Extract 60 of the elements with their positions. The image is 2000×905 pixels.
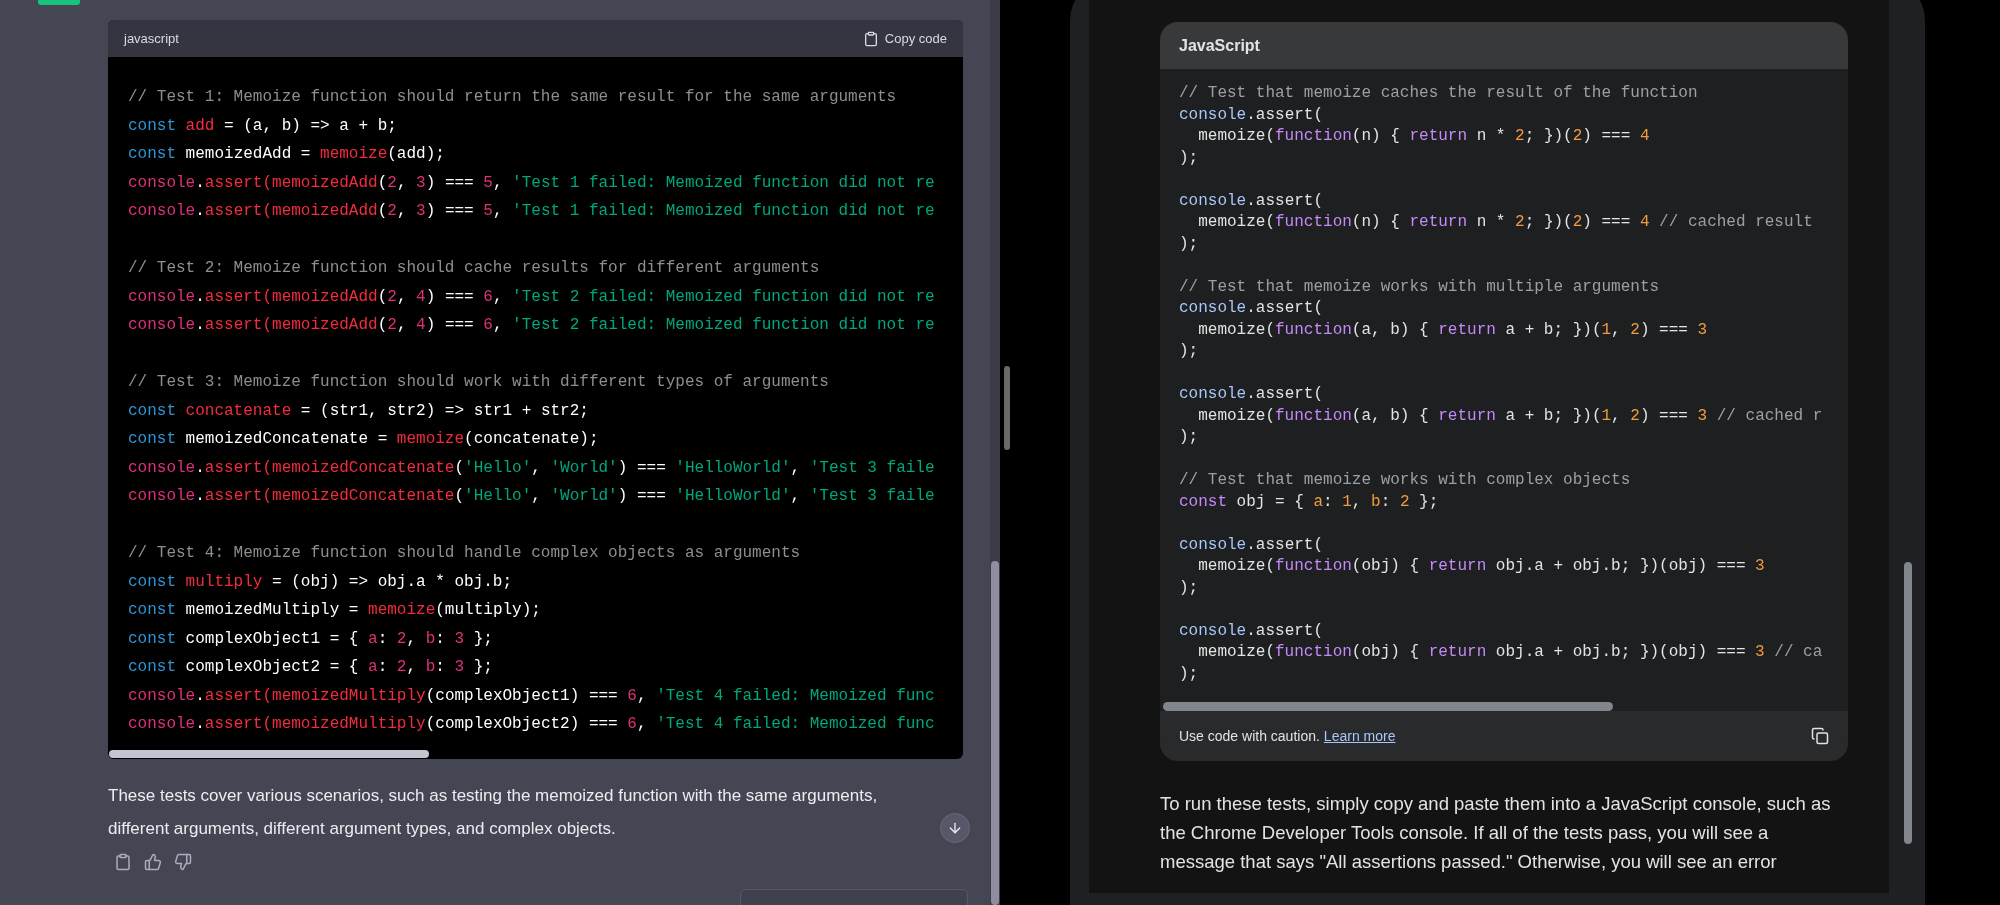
code-line: console.assert( xyxy=(1179,384,1324,405)
code-line: console.assert(memoizedAdd(2, 4) === 6, 'Test 2 failed: Memoized function did not re xyxy=(128,315,935,336)
code-line: // Test that memoize works with multiple arguments xyxy=(1179,276,1660,298)
arrow-down-icon xyxy=(947,820,963,836)
code-line: memoize(function(n) { return n * 2; })(2) === 4 // cached result xyxy=(1197,212,1813,233)
code-line: const memoizedMultiply = memoize(multiply); xyxy=(128,600,541,621)
code-line: console.assert(memoizedMultiply(complexObject2) === 6, 'Test 4 failed: Memoized func xyxy=(128,714,935,735)
thumbs-up-icon[interactable] xyxy=(144,852,162,871)
code-line: // Test 3: Memoize function should work with different types of arguments xyxy=(128,372,829,393)
code-line: console.assert(memoizedAdd(2, 3) === 5, 'Test 1 failed: Memoized function did not re xyxy=(128,172,935,194)
code-line: ); xyxy=(1179,233,1199,255)
code-line: memoize(function(n) { return n * 2; })(2) === 4 xyxy=(1197,126,1650,147)
code-line: const complexObject1 = { a: 2, b: 3 }; xyxy=(128,628,493,650)
message-text: To run these tests, simply copy and paste them into a JavaScript console, such as the Chrome Developer Tools console. If all of the tests pass, you will see a message that says "All assertions passed." Otherwise, you will see an error xyxy=(1160,792,1832,874)
code-line: console.assert(memoizedMultiply(complexObject1) === 6, 'Test 4 failed: Memoized func xyxy=(128,685,935,707)
code-line: const multiply = (obj) => obj.a * obj.b; xyxy=(128,571,513,593)
code-line: const obj = { a: 1, b: 2 }; xyxy=(1179,491,1439,513)
code-line: console.assert(memoizedConcatenate('Hello', 'World') === 'HelloWorld', 'Test 3 faile xyxy=(128,486,935,507)
code-line: const complexObject2 = { a: 2, b: 3 }; xyxy=(128,657,493,678)
code-line: // Test 4: Memoize function should handle complex objects as arguments xyxy=(128,543,801,564)
code-line: memoize(function(obj) { return obj.a + obj.b; })(obj) === 3 // ca xyxy=(1197,642,1823,663)
message-text: These tests cover various scenarios, such as testing the memoized function with the same arguments, different arguments, different argument types, and complex objects. xyxy=(108,784,879,840)
code-line: const concatenate = (str1, str2) => str1 + str2; xyxy=(128,400,589,422)
code-line: memoize(function(a, b) { return a + b; })(1, 2) === 3 xyxy=(1197,319,1708,341)
thumbs-down-icon[interactable] xyxy=(174,852,192,871)
scroll-down-button[interactable] xyxy=(940,813,970,843)
scrollbar-thumb[interactable] xyxy=(109,749,429,758)
scrollbar-thumb[interactable] xyxy=(1903,562,1912,844)
code-line: console.assert( xyxy=(1179,104,1324,126)
code-line: memoize(function(a, b) { return a + b; })(1, 2) === 3 // cached r xyxy=(1197,405,1823,427)
code-line: // Test 2: Memoize function should cache results for different arguments xyxy=(128,258,820,279)
code-line: console.assert(memoizedAdd(2, 3) === 5, 'Test 1 failed: Memoized function did not re xyxy=(128,201,935,222)
code-line: console.assert( xyxy=(1179,620,1324,642)
code-line: // Test that memoize caches the result of the function xyxy=(1179,83,1698,104)
code-line: // Test that memoize works with complex objects xyxy=(1179,470,1631,491)
code-line: memoize(function(obj) { return obj.a + obj.b; })(obj) === 3 xyxy=(1197,556,1765,577)
learn-more-link[interactable]: Learn more xyxy=(1323,728,1396,744)
code-line: const memoizedConcatenate = memoize(concatenate); xyxy=(128,429,599,450)
code-line: const memoizedAdd = memoize(add); xyxy=(128,144,445,165)
scrollbar-thumb[interactable] xyxy=(991,561,999,905)
code-line: ); xyxy=(1179,427,1199,448)
copy-icon[interactable] xyxy=(1811,727,1829,745)
code-line: // Test 1: Memoize function should return the same result for the same arguments xyxy=(128,87,897,108)
code-line: console.assert( xyxy=(1179,298,1324,319)
language-label: javascript xyxy=(124,31,179,46)
code-line: ); xyxy=(1179,663,1199,685)
caution-text: Use code with caution. Learn more xyxy=(1179,728,1396,744)
copy-code-button[interactable]: Copy code xyxy=(862,30,947,47)
scrollbar-thumb[interactable] xyxy=(1004,366,1010,450)
language-label: JavaScript xyxy=(1179,36,1260,55)
code-line: ); xyxy=(1179,577,1199,599)
code-line: ); xyxy=(1179,341,1199,362)
code-line: ); xyxy=(1179,147,1199,169)
code-line: console.assert( xyxy=(1179,534,1324,556)
scrollbar-thumb[interactable] xyxy=(1163,701,1613,711)
code-line: console.assert( xyxy=(1179,190,1324,212)
code-line: const add = (a, b) => a + b; xyxy=(128,115,397,137)
code-line: console.assert(memoizedConcatenate('Hello', 'World') === 'HelloWorld', 'Test 3 faile xyxy=(128,457,935,479)
code-line: console.assert(memoizedAdd(2, 4) === 6, 'Test 2 failed: Memoized function did not re xyxy=(128,286,935,308)
clipboard-icon xyxy=(862,30,879,47)
